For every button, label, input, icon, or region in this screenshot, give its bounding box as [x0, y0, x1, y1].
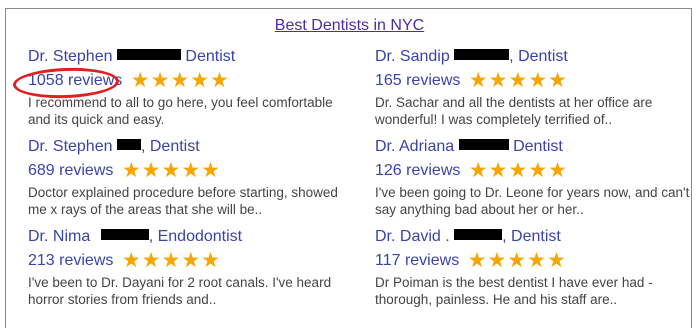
star-icon: ★	[468, 159, 488, 182]
rating-row: 689 reviews ★★★★★	[28, 159, 358, 183]
dentist-specialty[interactable]: Dentist	[518, 48, 568, 65]
review-count-link[interactable]: 165 reviews	[375, 72, 460, 89]
star-rating: ★★★★★	[130, 69, 230, 93]
review-count-link[interactable]: 213 reviews	[28, 252, 113, 269]
star-icon: ★	[141, 159, 161, 182]
review-snippet: I've been going to Dr. Leone for years n…	[375, 185, 690, 217]
dentist-specialty[interactable]: Dentist	[150, 138, 200, 155]
review-count-link[interactable]: 1058 reviews	[28, 72, 122, 89]
dentist-card: Dr. David . , Dentist 117 reviews ★★★★★ …	[375, 228, 697, 308]
redacted-surname	[100, 229, 149, 240]
star-icon: ★	[487, 249, 507, 272]
redacted-surname	[454, 49, 510, 60]
dentist-card: Dr. Nima , Endodontist 213 reviews ★★★★★…	[28, 228, 358, 308]
star-icon: ★	[488, 69, 508, 92]
star-icon: ★	[527, 249, 546, 272]
star-icon: ★	[210, 69, 229, 92]
dentist-card: Dr. Adriana Dentist 126 reviews ★★★★★ I'…	[375, 138, 697, 218]
review-snippet: I recommend to all to go here, you feel …	[28, 95, 333, 127]
star-icon: ★	[201, 249, 220, 272]
review-snippet: Dr. Sachar and all the dentists at her o…	[375, 95, 653, 127]
page-title[interactable]: Best Dentists in NYC	[6, 17, 693, 35]
star-rating: ★★★★★	[468, 69, 568, 93]
dentist-name[interactable]: Dr. Sandip	[375, 48, 450, 65]
dentist-specialty[interactable]: Dentist	[185, 48, 235, 65]
dentist-specialty[interactable]: Dentist	[513, 138, 563, 155]
star-icon: ★	[507, 249, 527, 272]
dentist-name-line[interactable]: Dr. Sandip , Dentist	[375, 48, 697, 66]
star-icon: ★	[170, 69, 190, 92]
review-count-link[interactable]: 689 reviews	[28, 162, 113, 179]
dentist-card: Dr. Stephen , Dentist 689 reviews ★★★★★ …	[28, 138, 358, 218]
dentist-name-line[interactable]: Dr. Adriana Dentist	[375, 138, 697, 156]
review-count-link[interactable]: 126 reviews	[375, 162, 460, 179]
star-icon: ★	[181, 159, 201, 182]
dentist-name[interactable]: Dr. Adriana	[375, 138, 454, 155]
review-snippet: I've been to Dr. Dayani for 2 root canal…	[28, 275, 332, 307]
dentist-name-line[interactable]: Dr. David . , Dentist	[375, 228, 697, 246]
redacted-surname	[458, 139, 509, 150]
star-icon: ★	[190, 69, 210, 92]
dentist-card: Dr. Stephen Dentist 1058 reviews ★★★★★ I…	[28, 48, 358, 128]
star-rating: ★★★★★	[467, 249, 567, 273]
star-icon: ★	[508, 159, 528, 182]
rating-row: 213 reviews ★★★★★	[28, 249, 358, 273]
star-icon: ★	[488, 159, 508, 182]
dentist-name-line[interactable]: Dr. Stephen Dentist	[28, 48, 358, 66]
dentist-name[interactable]: Dr. Stephen	[28, 48, 113, 65]
star-icon: ★	[467, 249, 487, 272]
rating-row: 165 reviews ★★★★★	[375, 69, 697, 93]
star-icon: ★	[141, 249, 161, 272]
dentist-name[interactable]: Dr. Nima	[28, 228, 90, 245]
star-icon: ★	[150, 69, 170, 92]
star-icon: ★	[548, 69, 567, 92]
rating-row: 117 reviews ★★★★★	[375, 249, 697, 273]
star-rating: ★★★★★	[121, 159, 221, 183]
star-icon: ★	[548, 159, 567, 182]
star-icon: ★	[161, 159, 181, 182]
star-icon: ★	[181, 249, 201, 272]
dentist-specialty[interactable]: Endodontist	[158, 228, 243, 245]
redacted-surname	[116, 49, 181, 60]
dentist-name-line[interactable]: Dr. Nima , Endodontist	[28, 228, 358, 246]
review-snippet: Doctor explained procedure before starti…	[28, 185, 338, 217]
redacted-surname	[116, 139, 141, 150]
star-icon: ★	[161, 249, 181, 272]
star-icon: ★	[130, 69, 150, 92]
star-icon: ★	[528, 69, 548, 92]
dentist-name[interactable]: Dr. Stephen	[28, 138, 113, 155]
star-icon: ★	[546, 249, 566, 272]
rating-row: 126 reviews ★★★★★	[375, 159, 697, 183]
rating-row: 1058 reviews ★★★★★	[28, 69, 358, 93]
star-icon: ★	[468, 69, 488, 92]
star-rating: ★★★★★	[468, 159, 568, 183]
star-icon: ★	[121, 159, 141, 182]
review-count-link[interactable]: 117 reviews	[375, 252, 459, 269]
redacted-surname	[454, 229, 503, 240]
dentist-name[interactable]: Dr. David .	[375, 228, 450, 245]
dentist-card: Dr. Sandip , Dentist 165 reviews ★★★★★ D…	[375, 48, 697, 128]
star-icon: ★	[121, 249, 141, 272]
star-icon: ★	[528, 159, 548, 182]
review-snippet: Dr Poiman is the best dentist I have eve…	[375, 275, 653, 307]
dentist-specialty[interactable]: Dentist	[511, 228, 561, 245]
star-icon: ★	[201, 159, 220, 182]
dentist-name-line[interactable]: Dr. Stephen , Dentist	[28, 138, 358, 156]
star-rating: ★★★★★	[121, 249, 221, 273]
star-icon: ★	[508, 69, 528, 92]
